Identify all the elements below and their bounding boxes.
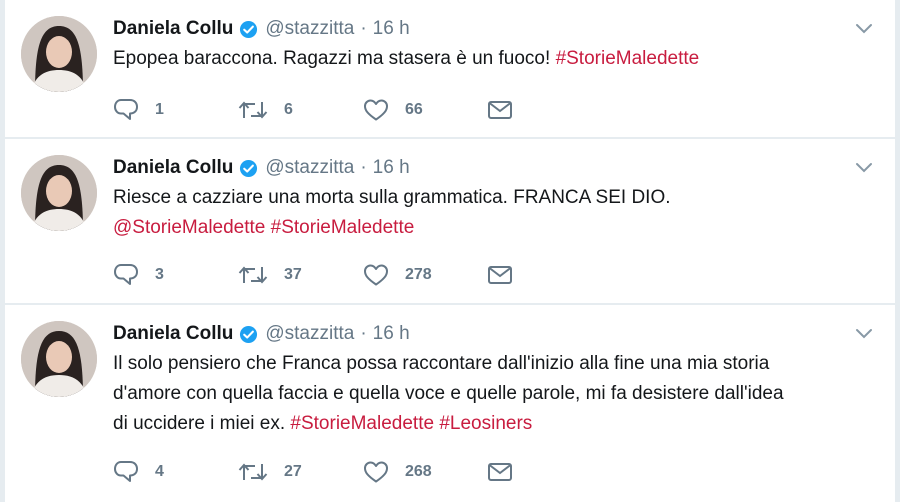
author-handle[interactable]: @stazzitta [265,323,354,345]
direct-message-button[interactable] [487,460,513,484]
tweet-text-line: @StorieMaledette #StorieMaledette [113,213,873,243]
chevron-down-icon[interactable] [855,161,873,173]
text-segment: Il solo pensiero che Franca possa raccon… [113,353,770,374]
avatar[interactable] [21,321,97,397]
like-count: 268 [405,463,432,480]
reply-icon [114,99,138,120]
separator-dot: · [360,323,367,344]
tweet-text: Il solo pensiero che Franca possa raccon… [113,349,873,439]
hashtag-link[interactable]: #StorieMaledette [290,413,434,434]
hashtag-link[interactable]: #Leosiners [439,413,532,434]
reply-button[interactable]: 1 [113,98,164,122]
envelope-icon [488,266,512,284]
author-handle[interactable]: @stazzitta [265,18,354,40]
like-button[interactable]: 66 [363,98,423,122]
author-name[interactable]: Daniela Collu [113,18,233,40]
text-segment: Riesce a cazziare una morta sulla gramma… [113,187,671,208]
author-name[interactable]: Daniela Collu [113,157,233,179]
retweet-count: 6 [284,101,293,118]
avatar[interactable] [21,16,97,92]
chevron-down-icon[interactable] [855,22,873,34]
reply-icon [114,461,138,482]
envelope-icon [488,463,512,481]
reply-icon [114,264,138,285]
envelope-icon [488,101,512,119]
retweet-button[interactable]: 37 [238,263,302,287]
text-segment: di uccidere i miei ex. [113,413,291,434]
avatar[interactable] [21,155,97,231]
like-button[interactable]: 278 [363,263,432,287]
retweet-count: 37 [284,266,302,283]
author-name[interactable]: Daniela Collu [113,323,233,345]
tweet-text-line: Riesce a cazziare una morta sulla gramma… [113,183,873,213]
tweet-text-line: d'amore con quella faccia e quella voce … [113,379,873,409]
timestamp[interactable]: 16 h [373,18,410,40]
retweet-button[interactable]: 6 [238,98,293,122]
separator-dot: · [360,18,367,39]
tweet-actions: 4 27 268 [113,460,533,486]
heart-icon [364,99,388,121]
retweet-icon [238,101,268,119]
tweet-actions: 1 6 66 [113,98,533,124]
mention-link[interactable]: @StorieMaledette [113,217,265,238]
reply-count: 3 [155,266,164,283]
timestamp[interactable]: 16 h [373,157,410,179]
chevron-down-icon[interactable] [855,327,873,339]
timestamp[interactable]: 16 h [373,323,410,345]
retweet-button[interactable]: 27 [238,460,302,484]
text-segment: d'amore con quella faccia e quella voce … [113,383,784,404]
reply-button[interactable]: 4 [113,460,164,484]
tweet-header: Daniela Collu @stazzitta · 16 h [113,156,410,180]
reply-button[interactable]: 3 [113,263,164,287]
tweet-header: Daniela Collu @stazzitta · 16 h [113,322,410,346]
verified-badge-icon [239,20,258,39]
retweet-icon [238,266,268,284]
like-count: 278 [405,266,432,283]
tweet[interactable]: Daniela Collu @stazzitta · 16 h Riesce a… [5,139,895,303]
tweet-header: Daniela Collu @stazzitta · 16 h [113,17,410,41]
tweet[interactable]: Daniela Collu @stazzitta · 16 h Epopea b… [5,0,895,137]
hashtag-link[interactable]: #StorieMaledette [271,217,415,238]
text-segment: Epopea baraccona. Ragazzi ma stasera è u… [113,48,556,69]
tweet-text-line: di uccidere i miei ex. #StorieMaledette … [113,409,873,439]
tweet[interactable]: Daniela Collu @stazzitta · 16 h Il solo … [5,305,895,502]
heart-icon [364,461,388,483]
like-button[interactable]: 268 [363,460,432,484]
direct-message-button[interactable] [487,263,513,287]
verified-badge-icon [239,325,258,344]
heart-icon [364,264,388,286]
reply-count: 4 [155,463,164,480]
tweet-text-line: Il solo pensiero che Franca possa raccon… [113,349,873,379]
tweet-feed: Daniela Collu @stazzitta · 16 h Epopea b… [0,0,900,502]
author-handle[interactable]: @stazzitta [265,157,354,179]
tweet-text: Epopea baraccona. Ragazzi ma stasera è u… [113,44,873,74]
retweet-icon [238,463,268,481]
reply-count: 1 [155,101,164,118]
separator-dot: · [360,157,367,178]
like-count: 66 [405,101,423,118]
direct-message-button[interactable] [487,98,513,122]
retweet-count: 27 [284,463,302,480]
verified-badge-icon [239,159,258,178]
tweet-text: Riesce a cazziare una morta sulla gramma… [113,183,873,243]
tweet-actions: 3 37 278 [113,263,533,289]
tweet-text-line: Epopea baraccona. Ragazzi ma stasera è u… [113,44,873,74]
hashtag-link[interactable]: #StorieMaledette [556,48,700,69]
